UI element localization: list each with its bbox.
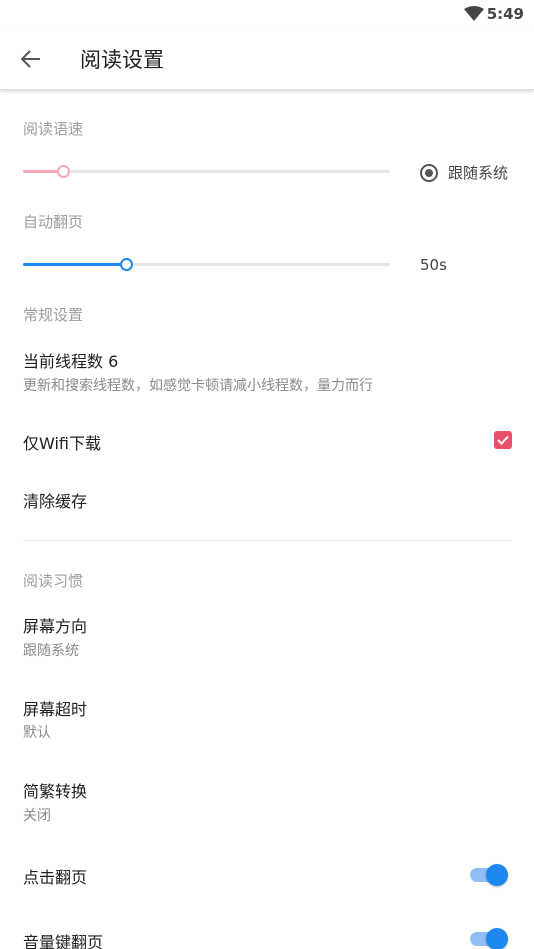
section-header-habits: 阅读习惯 bbox=[23, 572, 84, 590]
tap-page-title[interactable]: 点击翻页 bbox=[23, 864, 87, 888]
status-time: 5:49 bbox=[486, 5, 524, 23]
clear-cache-title[interactable]: 清除缓存 bbox=[23, 488, 87, 512]
timeout-title[interactable]: 屏幕超时 bbox=[23, 696, 87, 720]
switch-thumb bbox=[486, 928, 508, 949]
status-bar: 5:49 bbox=[0, 0, 534, 28]
checkmark-icon bbox=[497, 435, 509, 445]
follow-system-label: 跟随系统 bbox=[448, 164, 509, 182]
tap-page-switch[interactable] bbox=[470, 863, 508, 886]
reading-speed-slider[interactable] bbox=[23, 162, 390, 182]
section-header-general: 常规设置 bbox=[23, 306, 84, 324]
section-header-reading-speed: 阅读语速 bbox=[23, 120, 84, 138]
follow-system-radio[interactable]: 跟随系统 bbox=[420, 162, 508, 183]
section-header-auto-page: 自动翻页 bbox=[23, 213, 84, 231]
slider-fill bbox=[23, 263, 126, 266]
auto-page-value: 50s bbox=[420, 256, 447, 274]
wifi-only-checkbox[interactable] bbox=[494, 431, 512, 449]
wifi-icon bbox=[464, 6, 484, 21]
divider bbox=[23, 540, 512, 541]
slider-thumb[interactable] bbox=[120, 258, 133, 271]
auto-page-slider[interactable] bbox=[23, 255, 390, 275]
slider-track bbox=[23, 170, 390, 173]
threads-title[interactable]: 当前线程数 6 bbox=[23, 348, 118, 372]
arrow-left-icon bbox=[21, 50, 40, 68]
slider-thumb[interactable] bbox=[57, 165, 70, 178]
timeout-summary: 默认 bbox=[23, 725, 51, 741]
threads-summary: 更新和搜索线程数，如感觉卡顿请减小线程数，量力而行 bbox=[23, 378, 373, 394]
page-title: 阅读设置 bbox=[80, 48, 164, 72]
convert-title[interactable]: 简繁转换 bbox=[23, 778, 87, 802]
orientation-title[interactable]: 屏幕方向 bbox=[23, 613, 87, 637]
orientation-summary: 跟随系统 bbox=[23, 643, 79, 659]
volume-page-title[interactable]: 音量键翻页 bbox=[23, 929, 103, 949]
back-button[interactable] bbox=[12, 42, 50, 76]
convert-summary: 关闭 bbox=[23, 808, 51, 824]
switch-thumb bbox=[486, 864, 508, 886]
wifi-only-title[interactable]: 仅Wifi下载 bbox=[23, 430, 101, 454]
volume-page-switch[interactable] bbox=[470, 927, 508, 949]
toolbar: 阅读设置 bbox=[0, 28, 534, 90]
radio-selected-icon bbox=[420, 163, 438, 182]
